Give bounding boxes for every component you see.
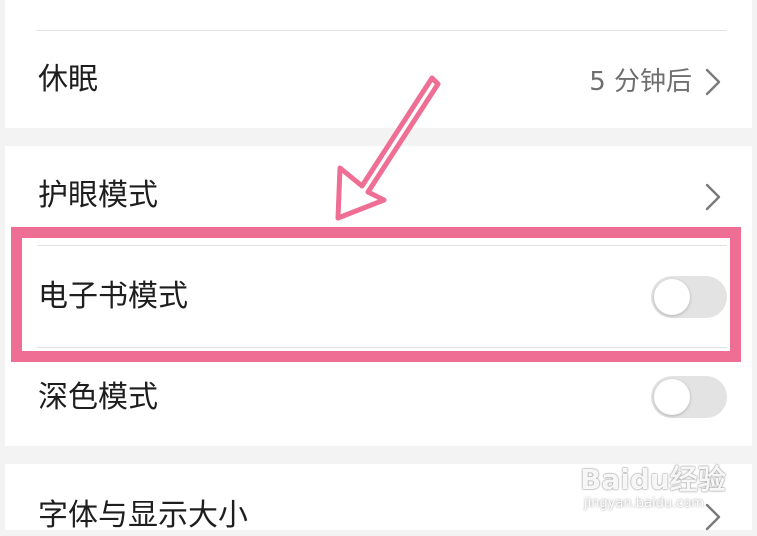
setting-row-dark-mode: 深色模式 [0,376,757,420]
toggle-knob [654,379,690,415]
chevron-right-icon [705,68,721,96]
divider [37,347,727,348]
dark-mode-toggle[interactable] [651,376,727,418]
setting-row-sleep[interactable]: 休眠 5 分钟后 [0,60,757,104]
divider [37,245,727,246]
setting-label-sleep: 休眠 [38,62,98,97]
setting-label-ebook-mode: 电子书模式 [38,279,188,314]
setting-label-dark-mode: 深色模式 [38,380,158,415]
setting-row-eye-comfort[interactable]: 护眼模式 [0,176,757,220]
setting-row-ebook-mode: 电子书模式 [0,275,757,319]
setting-value-sleep: 5 分钟后 [589,67,692,97]
setting-label-eye-comfort: 护眼模式 [38,178,158,213]
setting-label-font-display: 字体与显示大小 [38,498,248,533]
toggle-knob [654,279,690,315]
setting-row-font-display[interactable]: 字体与显示大小 [0,496,757,536]
divider [37,30,727,31]
ebook-mode-toggle[interactable] [651,276,727,318]
chevron-right-icon [705,503,721,531]
chevron-right-icon [705,183,721,211]
